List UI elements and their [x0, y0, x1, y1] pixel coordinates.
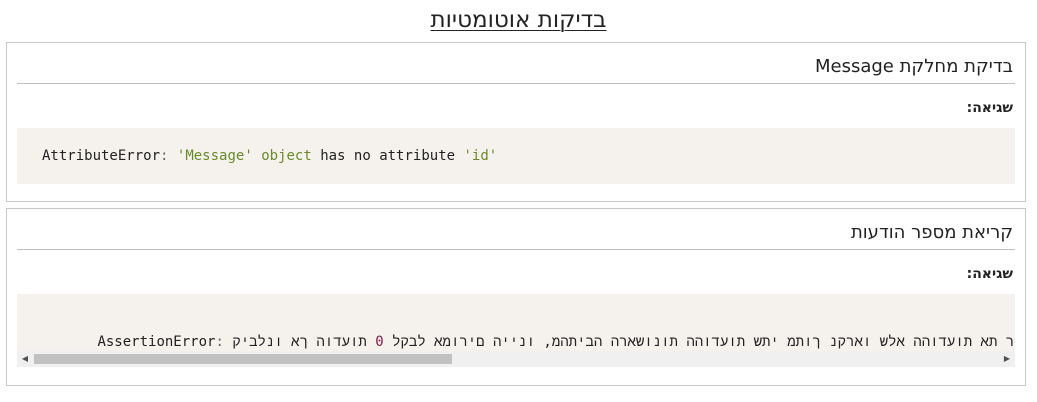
horizontal-scrollbar[interactable]: ◀ ▶	[17, 351, 1015, 367]
error-message-part1: קיבלנו אך הודעות	[232, 334, 367, 350]
error-message-part2: לקבל אמורים היינו ,מהתיבה הראשונות ההודע…	[392, 334, 1015, 350]
error-separator: :	[160, 148, 169, 164]
test-card-message-count: קריאת מספר הודעות שגיאה: AssertionError:…	[6, 208, 1026, 386]
error-label: שגיאה:	[966, 100, 1013, 116]
test-title: קריאת מספר הודעות	[850, 222, 1013, 243]
error-string-attr: 'id'	[463, 148, 498, 164]
error-string-class: 'Message'	[176, 148, 253, 164]
error-builtin: object	[261, 148, 312, 164]
error-number: 0	[375, 334, 384, 350]
error-code-block-scrollable[interactable]: AssertionError: קיבלנו אך הודעות 0 לקבל …	[17, 294, 1015, 367]
title-divider	[17, 249, 1015, 250]
error-separator: :	[215, 334, 224, 350]
page-title: בדיקות אוטומטיות	[430, 7, 607, 33]
error-type: AssertionError	[97, 334, 216, 350]
error-text: has no attribute	[320, 148, 456, 164]
scroll-left-arrow-icon[interactable]: ◀	[17, 351, 33, 367]
error-code-block: AttributeError: 'Message' object has no …	[17, 128, 1015, 184]
error-line: AttributeError: 'Message' object has no …	[42, 146, 497, 166]
error-type: AttributeError	[42, 148, 161, 164]
error-label: שגיאה:	[966, 266, 1013, 282]
scrollbar-thumb[interactable]	[34, 354, 452, 364]
test-card-message-class: בדיקת מחלקת Message שגיאה: AttributeErro…	[6, 42, 1026, 202]
scroll-right-arrow-icon[interactable]: ▶	[999, 351, 1015, 367]
test-title: בדיקת מחלקת Message	[814, 56, 1013, 77]
title-divider	[17, 83, 1015, 84]
